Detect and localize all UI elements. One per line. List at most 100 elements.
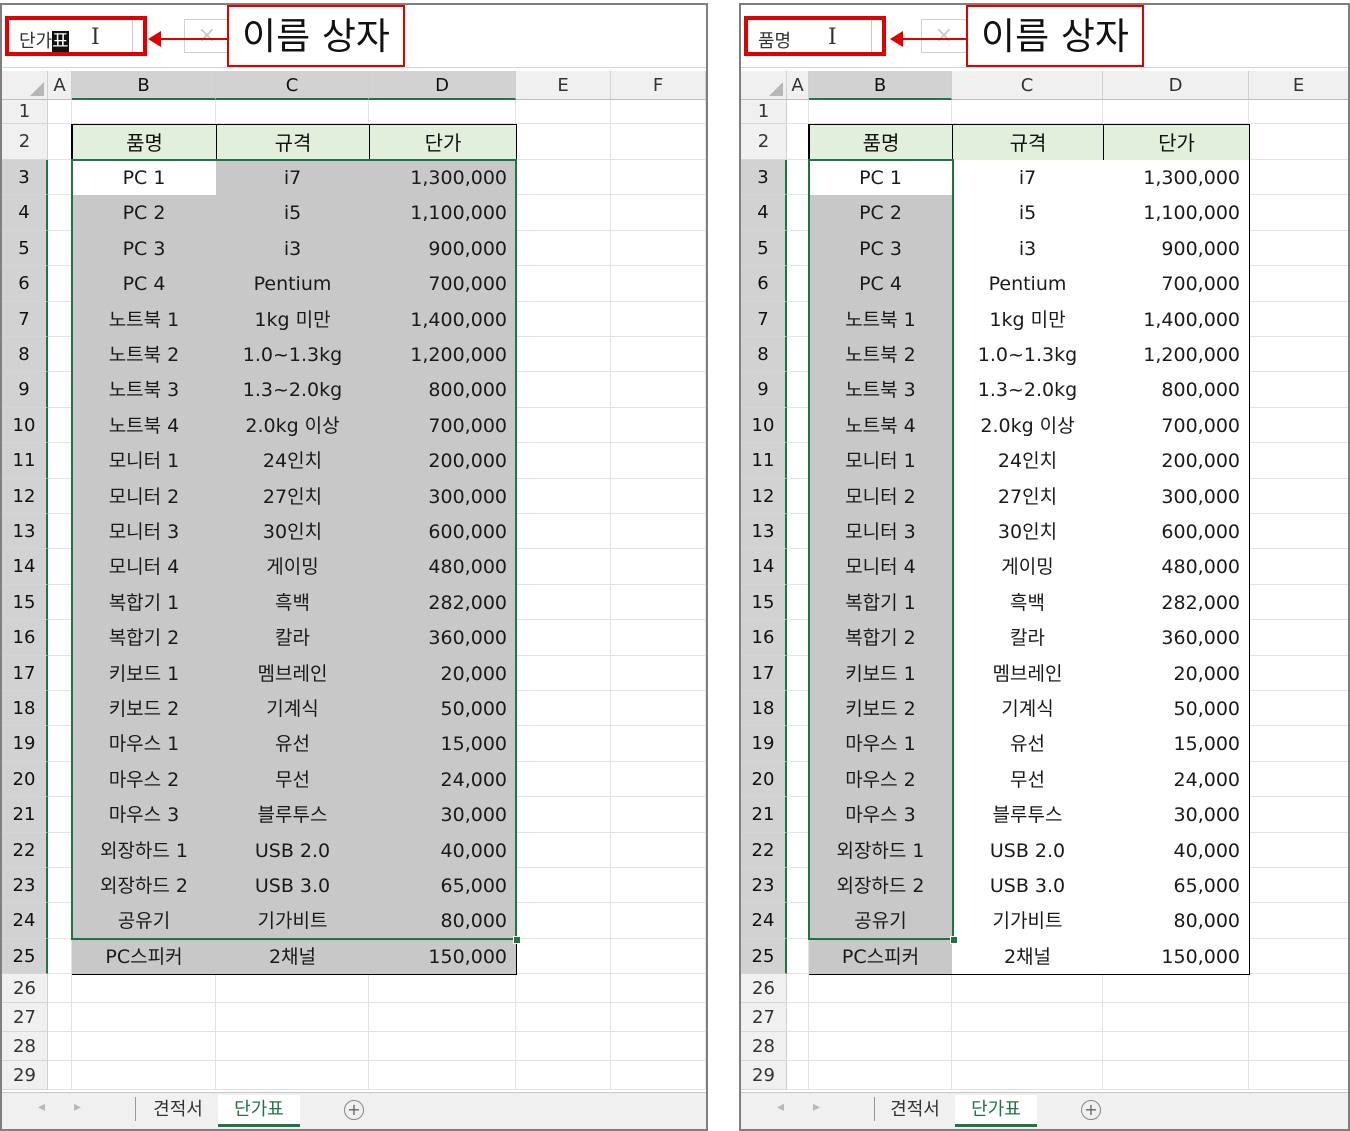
- grid-cell[interactable]: [611, 160, 706, 196]
- grid-cell[interactable]: [787, 655, 809, 691]
- row-header-4[interactable]: 4: [2, 195, 48, 231]
- table-cell[interactable]: 24인치: [216, 443, 370, 480]
- table-cell[interactable]: 900,000: [1103, 230, 1250, 268]
- grid-cell[interactable]: [516, 974, 611, 1004]
- table-cell[interactable]: 700,000: [369, 407, 517, 445]
- table-cell[interactable]: 200,000: [369, 443, 517, 480]
- grid-cell[interactable]: [952, 1061, 1103, 1091]
- table-cell[interactable]: 외장하드 2: [72, 868, 217, 905]
- grid-cell[interactable]: [369, 100, 516, 124]
- table-cell[interactable]: 노트북 4: [72, 407, 217, 445]
- grid-cell[interactable]: [1103, 974, 1249, 1004]
- grid-cell[interactable]: [1249, 195, 1348, 231]
- table-cell[interactable]: 15,000: [1103, 726, 1250, 763]
- row-header-27[interactable]: 27: [741, 1003, 787, 1033]
- row-header-13[interactable]: 13: [2, 514, 48, 550]
- grid-cell[interactable]: [48, 266, 72, 302]
- table-cell[interactable]: 마우스 2: [72, 761, 217, 799]
- grid-cell[interactable]: [611, 372, 706, 408]
- row-header-21[interactable]: 21: [741, 797, 787, 833]
- grid-cell[interactable]: [516, 832, 611, 868]
- name-box[interactable]: 단가표 I: [5, 16, 147, 56]
- table-cell[interactable]: 2채널: [952, 938, 1104, 976]
- table-header-cell[interactable]: 단가: [1103, 124, 1250, 161]
- table-cell[interactable]: 모니터 3: [72, 514, 217, 551]
- table-cell[interactable]: 24,000: [369, 761, 517, 799]
- grid-cell[interactable]: [516, 230, 611, 267]
- grid-cell[interactable]: [1249, 266, 1348, 302]
- table-cell[interactable]: 20,000: [1103, 655, 1250, 692]
- table-cell[interactable]: 30인치: [216, 514, 370, 551]
- row-header-15[interactable]: 15: [741, 584, 787, 621]
- table-cell[interactable]: 공유기: [809, 903, 953, 940]
- row-header-8[interactable]: 8: [2, 337, 48, 373]
- table-cell[interactable]: 24인치: [952, 443, 1104, 480]
- grid-cell[interactable]: [1103, 1003, 1249, 1033]
- grid-cell[interactable]: [1249, 1032, 1348, 1062]
- column-header-B[interactable]: B: [809, 71, 952, 100]
- grid-cell[interactable]: [516, 407, 611, 444]
- fill-handle[interactable]: [950, 935, 958, 944]
- grid-cell[interactable]: [611, 726, 706, 762]
- column-header-B[interactable]: B: [72, 71, 216, 100]
- row-header-3[interactable]: 3: [741, 160, 787, 196]
- grid-cell[interactable]: [787, 407, 809, 444]
- table-cell[interactable]: 480,000: [1103, 549, 1250, 586]
- grid-cell[interactable]: [787, 584, 809, 621]
- table-cell[interactable]: 80,000: [369, 903, 517, 940]
- row-header-16[interactable]: 16: [741, 620, 787, 656]
- table-cell[interactable]: 마우스 3: [809, 797, 953, 834]
- row-header-29[interactable]: 29: [741, 1061, 787, 1091]
- table-cell[interactable]: 40,000: [369, 832, 517, 869]
- grid-cell[interactable]: [787, 761, 809, 798]
- row-header-17[interactable]: 17: [2, 655, 48, 691]
- row-header-2[interactable]: 2: [741, 124, 787, 160]
- grid-cell[interactable]: [48, 868, 72, 904]
- table-cell[interactable]: 30인치: [952, 514, 1104, 551]
- table-cell[interactable]: 기계식: [952, 691, 1104, 728]
- grid-cell[interactable]: [216, 100, 369, 124]
- grid-cell[interactable]: [611, 655, 706, 691]
- table-cell[interactable]: 외장하드 2: [809, 868, 953, 905]
- grid-cell[interactable]: [787, 938, 809, 975]
- grid-cell[interactable]: [516, 584, 611, 621]
- grid-cell[interactable]: [48, 1032, 72, 1062]
- table-cell[interactable]: 1kg 미만: [216, 301, 370, 338]
- table-cell[interactable]: 700,000: [1103, 407, 1250, 445]
- grid-cell[interactable]: [1249, 302, 1348, 337]
- grid-cell[interactable]: [809, 100, 952, 124]
- tab-견적서[interactable]: 견적서: [879, 1095, 951, 1127]
- grid-cell[interactable]: [1249, 691, 1348, 727]
- grid-cell[interactable]: [611, 230, 706, 267]
- grid-cell[interactable]: [48, 584, 72, 621]
- grid-cell[interactable]: [611, 620, 706, 656]
- table-cell[interactable]: 20,000: [369, 655, 517, 692]
- grid-cell[interactable]: [516, 301, 611, 337]
- grid-cell[interactable]: [787, 1061, 809, 1091]
- grid-cell[interactable]: [611, 478, 706, 514]
- row-header-11[interactable]: 11: [2, 443, 48, 479]
- table-cell[interactable]: 흑백: [216, 584, 370, 622]
- column-header-F[interactable]: F: [611, 71, 706, 100]
- grid-cell[interactable]: [516, 797, 611, 833]
- scroll-left-icon[interactable]: ◂: [38, 1099, 45, 1115]
- row-header-14[interactable]: 14: [741, 549, 787, 585]
- table-cell[interactable]: i5: [952, 195, 1104, 232]
- grid-cell[interactable]: [516, 1061, 611, 1091]
- grid-cell[interactable]: [516, 620, 611, 656]
- grid-cell[interactable]: [787, 1032, 809, 1062]
- row-header-1[interactable]: 1: [2, 100, 48, 124]
- grid-cell[interactable]: [1249, 974, 1348, 1004]
- grid-cell[interactable]: [952, 974, 1103, 1004]
- grid-cell[interactable]: [48, 160, 72, 196]
- table-cell[interactable]: 키보드 1: [72, 655, 217, 692]
- table-cell[interactable]: 멤브레인: [216, 655, 370, 692]
- grid-cell[interactable]: [1249, 620, 1348, 656]
- table-cell[interactable]: PC 2: [809, 195, 953, 232]
- grid-cell[interactable]: [787, 160, 809, 196]
- grid-cell[interactable]: [516, 514, 611, 550]
- row-header-16[interactable]: 16: [2, 620, 48, 656]
- grid-cell[interactable]: [48, 443, 72, 479]
- grid-cell[interactable]: [611, 443, 706, 479]
- grid-cell[interactable]: [48, 832, 72, 868]
